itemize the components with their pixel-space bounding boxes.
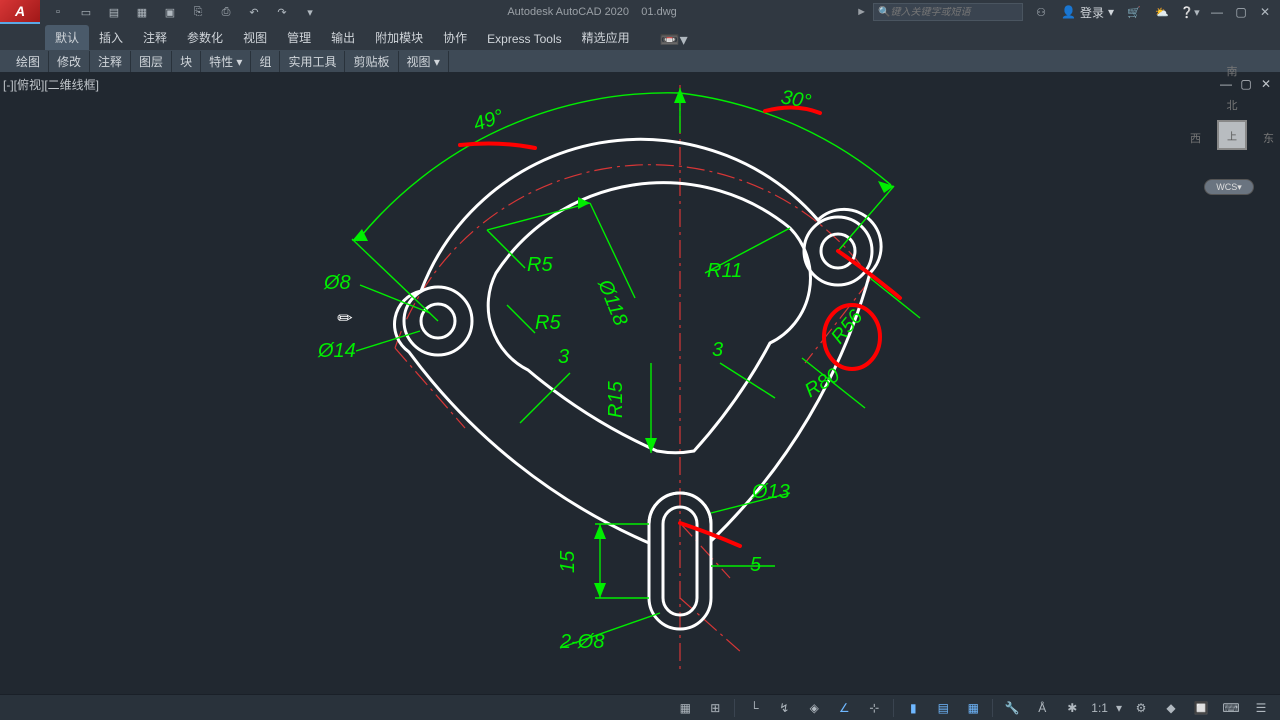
maximize-button[interactable]: ▢ bbox=[1232, 3, 1250, 21]
status-menu-icon[interactable]: ☰ bbox=[1250, 697, 1272, 719]
tab-default[interactable]: 默认 bbox=[45, 25, 89, 50]
panel-clip[interactable]: 剪贴板 bbox=[345, 51, 398, 72]
user-icon: 👤 bbox=[1061, 5, 1076, 19]
status-diamond-icon[interactable]: ◆ bbox=[1160, 697, 1182, 719]
status-command-icon[interactable]: ⌨ bbox=[1220, 697, 1242, 719]
qa-new-icon[interactable]: ▫ bbox=[50, 4, 66, 20]
panel-modify[interactable]: 修改 bbox=[49, 51, 90, 72]
cad-drawing: 49° 30° Ø8 Ø14 R5 R5 Ø118 R11 R15 3 3 R5… bbox=[0, 72, 1280, 694]
status-bar: ▦ ⊞ └ ↯ ◈ ∠ ⊹ ▮ ▤ ▦ 🔧 Å ✱ 1:1▾ ⚙ ◆ 🔲 ⌨ ☰ bbox=[0, 694, 1280, 720]
filename-text: 01.dwg bbox=[641, 6, 676, 18]
status-osnap-icon[interactable]: ∠ bbox=[833, 697, 855, 719]
panel-props[interactable]: 特性 ▾ bbox=[201, 51, 251, 72]
dim-r15: R15 bbox=[605, 380, 627, 418]
tab-insert[interactable]: 插入 bbox=[89, 25, 133, 50]
close-button[interactable]: ✕ bbox=[1256, 3, 1274, 21]
dim-r80: R80 bbox=[801, 364, 844, 402]
status-polar-icon[interactable]: ↯ bbox=[773, 697, 795, 719]
app-title-text: Autodesk AutoCAD 2020 bbox=[507, 6, 629, 18]
help-icon[interactable]: ❔▾ bbox=[1182, 4, 1198, 20]
play-icon[interactable]: ► bbox=[856, 6, 873, 18]
qa-save-icon[interactable]: ▤ bbox=[106, 4, 122, 20]
qa-saveas-icon[interactable]: ▦ bbox=[134, 4, 150, 20]
search-box[interactable]: 🔍 bbox=[873, 3, 1023, 21]
dim-w5: 5 bbox=[750, 554, 762, 576]
qa-undo-icon[interactable]: ↶ bbox=[246, 4, 262, 20]
status-trans-icon[interactable]: ▤ bbox=[932, 697, 954, 719]
search-input[interactable] bbox=[890, 7, 1018, 18]
tab-parametric[interactable]: 参数化 bbox=[177, 25, 233, 50]
status-zoom-icon[interactable]: 🔲 bbox=[1190, 697, 1212, 719]
panel-layer[interactable]: 图层 bbox=[131, 51, 172, 72]
status-grid-icon[interactable]: ⊞ bbox=[704, 697, 726, 719]
qa-open-icon[interactable]: ▭ bbox=[78, 4, 94, 20]
tab-collab[interactable]: 协作 bbox=[433, 25, 477, 50]
dim-d8: Ø8 bbox=[323, 272, 351, 294]
status-annoviz-icon[interactable]: ✱ bbox=[1061, 697, 1083, 719]
tab-featured[interactable]: 精选应用 bbox=[572, 25, 640, 50]
panel-bar: 绘图 修改 注释 图层 块 特性 ▾ 组 实用工具 剪贴板 视图 ▾ bbox=[0, 50, 1280, 72]
tab-annotate[interactable]: 注释 bbox=[133, 25, 177, 50]
login-label: 登录 bbox=[1080, 4, 1104, 21]
dim-r11: R11 bbox=[707, 260, 742, 282]
dim-49deg: 49° bbox=[471, 105, 507, 135]
status-model-icon[interactable]: ▦ bbox=[674, 697, 696, 719]
drawing-area[interactable]: [-][俯视][二维线框] — ▢ ✕ 北 南 西 东 上 WCS ▾ bbox=[0, 72, 1280, 694]
qa-redo-icon[interactable]: ↷ bbox=[274, 4, 290, 20]
dim-h15: 15 bbox=[557, 550, 579, 573]
dim-d118: Ø118 bbox=[593, 276, 632, 329]
dim-r5a: R5 bbox=[527, 254, 553, 276]
cloud-icon[interactable]: ⛅ bbox=[1154, 4, 1170, 20]
title-bar: A ▫ ▭ ▤ ▦ ▣ ⎘ ⎙ ↶ ↷ ▾ Autodesk AutoCAD 2… bbox=[0, 0, 1280, 24]
dim-d14: Ø14 bbox=[317, 340, 356, 362]
status-scale[interactable]: 1:1 bbox=[1091, 701, 1108, 715]
qa-plot-icon[interactable]: ▣ bbox=[162, 4, 178, 20]
panel-utils[interactable]: 实用工具 bbox=[280, 51, 345, 72]
status-tools-icon[interactable]: 🔧 bbox=[1001, 697, 1023, 719]
panel-group[interactable]: 组 bbox=[251, 51, 280, 72]
status-iso-icon[interactable]: ◈ bbox=[803, 697, 825, 719]
window-title: Autodesk AutoCAD 2020 01.dwg bbox=[328, 6, 856, 18]
panel-view[interactable]: 视图 ▾ bbox=[399, 51, 449, 72]
qa-web-icon[interactable]: ⎘ bbox=[190, 4, 206, 20]
status-cycle-icon[interactable]: ▦ bbox=[962, 697, 984, 719]
ribbon-toggle-icon[interactable]: 📼▾ bbox=[660, 30, 688, 50]
qa-print-icon[interactable]: ⎙ bbox=[218, 4, 234, 20]
cart-icon[interactable]: 🛒 bbox=[1126, 4, 1142, 20]
dim-r5b: R5 bbox=[535, 312, 561, 334]
minimize-button[interactable]: — bbox=[1208, 3, 1226, 21]
tab-view[interactable]: 视图 bbox=[233, 25, 277, 50]
panel-annotate[interactable]: 注释 bbox=[90, 51, 131, 72]
status-lwt-icon[interactable]: ▮ bbox=[902, 697, 924, 719]
panel-draw[interactable]: 绘图 bbox=[8, 51, 49, 72]
dim-3b: 3 bbox=[712, 339, 723, 361]
tab-addons[interactable]: 附加模块 bbox=[365, 25, 433, 50]
ribbon-tabs: 默认 插入 注释 参数化 视图 管理 输出 附加模块 协作 Express To… bbox=[0, 24, 1280, 50]
tab-manage[interactable]: 管理 bbox=[277, 25, 321, 50]
dim-2d8: 2-Ø8 bbox=[559, 631, 604, 653]
status-ortho-icon[interactable]: └ bbox=[743, 697, 765, 719]
app-logo-icon[interactable]: A bbox=[0, 0, 40, 24]
chevron-down-icon: ▾ bbox=[1108, 5, 1114, 19]
status-gear-icon[interactable]: ⚙ bbox=[1130, 697, 1152, 719]
tab-express[interactable]: Express Tools bbox=[477, 28, 571, 50]
qa-dropdown-icon[interactable]: ▾ bbox=[302, 4, 318, 20]
dim-3a: 3 bbox=[558, 346, 569, 368]
login-button[interactable]: 👤 登录 ▾ bbox=[1061, 4, 1114, 21]
status-track-icon[interactable]: ⊹ bbox=[863, 697, 885, 719]
status-annoscale-icon[interactable]: Å bbox=[1031, 697, 1053, 719]
panel-block[interactable]: 块 bbox=[172, 51, 201, 72]
tab-output[interactable]: 输出 bbox=[321, 25, 365, 50]
dim-d13: Ø13 bbox=[751, 481, 790, 503]
au-icon[interactable]: ⚇ bbox=[1033, 4, 1049, 20]
